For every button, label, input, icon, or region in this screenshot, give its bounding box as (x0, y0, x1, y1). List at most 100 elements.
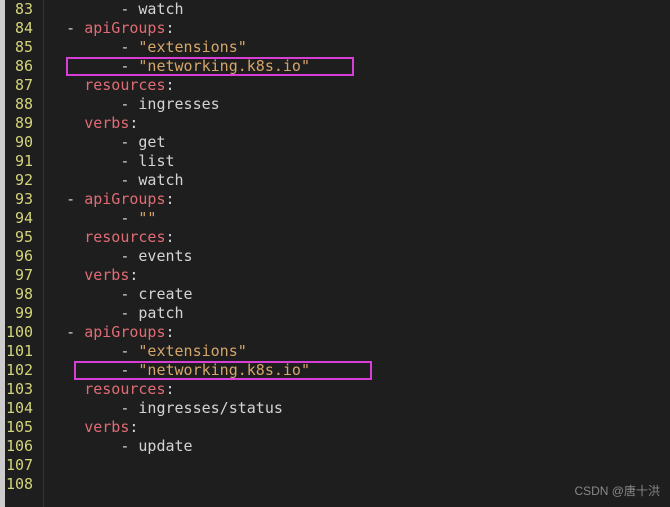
code-line[interactable]: - watch (48, 171, 670, 190)
code-token: apiGroups (84, 323, 165, 341)
code-token: events (138, 247, 192, 265)
code-token: - (120, 437, 138, 455)
code-line[interactable]: - "networking.k8s.io" (48, 57, 670, 76)
code-token: - (120, 304, 138, 322)
line-number: 90 (6, 133, 33, 152)
code-token (48, 380, 84, 398)
line-number: 83 (6, 0, 33, 19)
code-line[interactable]: - get (48, 133, 670, 152)
line-number: 96 (6, 247, 33, 266)
line-number: 106 (6, 437, 33, 456)
code-token (48, 133, 120, 151)
code-token: - (66, 323, 84, 341)
code-token (48, 76, 84, 94)
code-line[interactable]: - watch (48, 0, 670, 19)
line-number: 98 (6, 285, 33, 304)
code-line[interactable]: - ingresses (48, 95, 670, 114)
code-token: : (129, 418, 138, 436)
code-token: create (138, 285, 192, 303)
line-number: 87 (6, 76, 33, 95)
code-line[interactable]: verbs: (48, 418, 670, 437)
line-number: 91 (6, 152, 33, 171)
code-token: : (166, 76, 175, 94)
code-token: - (120, 133, 138, 151)
code-area[interactable]: - watch - apiGroups: - "extensions" - "n… (44, 0, 670, 507)
code-line[interactable]: - apiGroups: (48, 19, 670, 38)
code-line[interactable]: - update (48, 437, 670, 456)
code-line[interactable]: - create (48, 285, 670, 304)
line-number: 97 (6, 266, 33, 285)
code-token (48, 247, 120, 265)
code-token (48, 171, 120, 189)
code-token: update (138, 437, 192, 455)
line-number: 108 (6, 475, 33, 494)
code-token: list (138, 152, 174, 170)
code-token: - (120, 209, 138, 227)
code-token: : (166, 190, 175, 208)
code-token: - (120, 152, 138, 170)
line-number: 85 (6, 38, 33, 57)
code-token: - (120, 38, 138, 56)
code-token (48, 266, 84, 284)
code-line[interactable]: - ingresses/status (48, 399, 670, 418)
code-token: - (120, 361, 138, 379)
code-line[interactable]: - patch (48, 304, 670, 323)
code-token: "extensions" (138, 342, 246, 360)
line-number: 89 (6, 114, 33, 133)
code-token: ingresses/status (138, 399, 283, 417)
code-token (48, 57, 120, 75)
line-number: 102 (6, 361, 33, 380)
code-token: : (166, 380, 175, 398)
code-token: patch (138, 304, 183, 322)
line-number: 94 (6, 209, 33, 228)
line-number: 103 (6, 380, 33, 399)
code-line[interactable]: - apiGroups: (48, 190, 670, 209)
code-line[interactable]: resources: (48, 76, 670, 95)
code-token (48, 437, 120, 455)
code-line[interactable]: resources: (48, 380, 670, 399)
code-line[interactable]: - apiGroups: (48, 323, 670, 342)
line-number: 105 (6, 418, 33, 437)
left-margin (0, 0, 5, 507)
code-line[interactable]: - events (48, 247, 670, 266)
code-token: - (120, 95, 138, 113)
code-token: - (66, 190, 84, 208)
code-token (48, 285, 120, 303)
code-token: : (166, 19, 175, 37)
line-number: 100 (6, 323, 33, 342)
code-line[interactable]: - list (48, 152, 670, 171)
line-number: 88 (6, 95, 33, 114)
code-line[interactable]: - "networking.k8s.io" (48, 361, 670, 380)
code-line[interactable] (48, 456, 670, 475)
code-token: - (120, 285, 138, 303)
code-token: - (120, 342, 138, 360)
code-line[interactable]: verbs: (48, 266, 670, 285)
code-token (48, 19, 66, 37)
code-token (48, 361, 120, 379)
code-token (48, 114, 84, 132)
line-number: 104 (6, 399, 33, 418)
code-token: resources (84, 380, 165, 398)
line-number: 86 (6, 57, 33, 76)
code-token (48, 228, 84, 246)
code-line[interactable]: - "" (48, 209, 670, 228)
code-token: get (138, 133, 165, 151)
code-line[interactable]: - "extensions" (48, 342, 670, 361)
code-token (48, 399, 120, 417)
code-line[interactable]: - "extensions" (48, 38, 670, 57)
line-number: 84 (6, 19, 33, 38)
code-editor[interactable]: 8384858687888990919293949596979899100101… (0, 0, 670, 507)
code-token: apiGroups (84, 19, 165, 37)
code-token: "" (138, 209, 156, 227)
line-number: 95 (6, 228, 33, 247)
code-line[interactable]: resources: (48, 228, 670, 247)
line-number-gutter: 8384858687888990919293949596979899100101… (0, 0, 44, 507)
code-token: apiGroups (84, 190, 165, 208)
code-token: - (120, 247, 138, 265)
code-line[interactable]: verbs: (48, 114, 670, 133)
code-token: verbs (84, 266, 129, 284)
code-token (48, 38, 120, 56)
code-token: resources (84, 76, 165, 94)
line-number: 101 (6, 342, 33, 361)
code-token: : (129, 266, 138, 284)
